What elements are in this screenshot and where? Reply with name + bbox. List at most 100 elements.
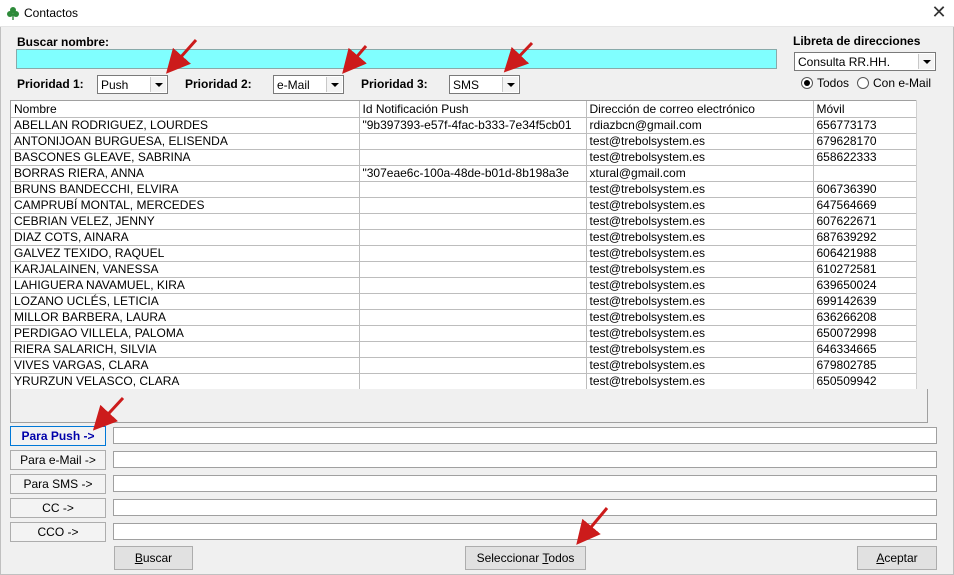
- cell-mobile: 639650024: [812, 277, 918, 294]
- priority-1-value: Push: [101, 78, 129, 92]
- table-row[interactable]: YRURZUN VELASCO, CLARA test@trebolsystem.…: [11, 373, 918, 390]
- cell-push-id: "9b397393-e57f-4fac-b333-7e34f5cb01: [358, 117, 587, 134]
- priority-3-label: Prioridad 3:: [361, 77, 428, 91]
- table-row[interactable]: LAHIGUERA NAVAMUEL, KIRA test@trebolsyste…: [11, 277, 918, 294]
- column-header-push-id[interactable]: Id Notificación Push: [358, 101, 587, 118]
- to-email-field[interactable]: [113, 451, 937, 468]
- cell-push-id: [358, 197, 587, 214]
- chevron-down-icon[interactable]: [326, 77, 342, 92]
- cell-name: LOZANO UCLÉS, LETICIA: [11, 293, 360, 310]
- search-name-input[interactable]: [16, 49, 777, 69]
- bcc-button[interactable]: CCO ->: [10, 522, 106, 542]
- cell-push-id: [358, 261, 587, 278]
- cell-push-id: [358, 149, 587, 166]
- select-all-text-pre: Seleccionar: [476, 551, 543, 565]
- table-row[interactable]: BRUNS BANDECCHI, ELVIRA test@trebolsystem…: [11, 181, 918, 198]
- bcc-field[interactable]: [113, 523, 937, 540]
- to-sms-button[interactable]: Para SMS ->: [10, 474, 106, 494]
- cell-name: CAMPRUBÍ MONTAL, MERCEDES: [11, 197, 360, 214]
- cell-mobile: 679628170: [812, 133, 918, 150]
- cell-mobile: 646334665: [812, 341, 918, 358]
- cell-name: BORRAS RIERA, ANNA: [11, 165, 360, 182]
- cell-mobile: 607622671: [812, 213, 918, 230]
- column-header-name[interactable]: Nombre: [11, 101, 360, 118]
- radio-all[interactable]: [801, 77, 813, 89]
- address-book-select[interactable]: Consulta RR.HH.: [794, 52, 936, 71]
- chevron-down-icon[interactable]: [502, 77, 518, 92]
- cell-name: ANTONIJOAN BURGUESA, ELISENDA: [11, 133, 360, 150]
- table-row[interactable]: PERDIGAO VILLELA, PALOMA test@trebolsyste…: [11, 325, 918, 342]
- table-row[interactable]: MILLOR BARBERA, LAURA test@trebolsystem.e…: [11, 309, 918, 326]
- cc-field[interactable]: [113, 499, 937, 516]
- select-all-button[interactable]: Seleccionar Todos: [465, 546, 586, 570]
- cell-push-id: [358, 309, 587, 326]
- close-icon[interactable]: ✕: [928, 2, 950, 24]
- priority-3-select[interactable]: SMS: [449, 75, 520, 94]
- cell-push-id: [358, 293, 587, 310]
- chevron-down-icon[interactable]: [150, 77, 166, 92]
- clover-app-icon: [7, 7, 19, 20]
- to-email-button[interactable]: Para e-Mail ->: [10, 450, 106, 470]
- table-row[interactable]: CAMPRUBÍ MONTAL, MERCEDES test@trebolsyst…: [11, 197, 918, 214]
- cell-push-id: [358, 357, 587, 374]
- to-push-button[interactable]: Para Push ->: [10, 426, 106, 446]
- cell-push-id: [358, 229, 587, 246]
- cc-button[interactable]: CC ->: [10, 498, 106, 518]
- title-bar: [0, 0, 954, 27]
- to-push-field[interactable]: [113, 427, 937, 444]
- chevron-down-icon[interactable]: [918, 54, 934, 69]
- table-row[interactable]: DIAZ COTS, AINARA test@trebolsystem.es 687…: [11, 229, 918, 246]
- table-row[interactable]: CEBRIAN VELEZ, JENNY test@trebolsystem.es…: [11, 213, 918, 230]
- priority-2-value: e-Mail: [277, 78, 310, 92]
- column-header-mobile[interactable]: Móvil: [812, 101, 918, 118]
- contacts-grid[interactable]: Nombre Id Notificación Push Dirección de…: [10, 100, 928, 423]
- accept-button[interactable]: Aceptar: [857, 546, 937, 570]
- cell-mobile: 658622333: [812, 149, 918, 166]
- priority-1-select[interactable]: Push: [97, 75, 168, 94]
- cell-email: test@trebolsystem.es: [585, 133, 814, 150]
- table-row[interactable]: LOZANO UCLÉS, LETICIA test@trebolsystem.e…: [11, 293, 918, 310]
- cell-email: test@trebolsystem.es: [585, 341, 814, 358]
- cell-email: test@trebolsystem.es: [585, 373, 814, 390]
- grid-empty-area: [10, 389, 928, 423]
- cell-email: test@trebolsystem.es: [585, 357, 814, 374]
- cell-push-id: [358, 325, 587, 342]
- radio-all-label: Todos: [817, 76, 850, 90]
- cell-push-id: [358, 245, 587, 262]
- table-row[interactable]: BASCONES GLEAVE, SABRINA test@trebolsyste…: [11, 149, 918, 166]
- cell-name: DIAZ COTS, AINARA: [11, 229, 360, 246]
- radio-with-email[interactable]: [857, 77, 869, 89]
- cell-name: CEBRIAN VELEZ, JENNY: [11, 213, 360, 230]
- priority-2-select[interactable]: e-Mail: [273, 75, 344, 94]
- table-row[interactable]: ABELLAN RODRIGUEZ, LOURDES "9b397393-e57f…: [11, 117, 918, 134]
- priority-3-value: SMS: [453, 78, 480, 92]
- cell-push-id: [358, 133, 587, 150]
- cell-email: rdiazbcn@gmail.com: [585, 117, 814, 134]
- cell-mobile: 636266208: [812, 309, 918, 326]
- cell-mobile: 699142639: [812, 293, 918, 310]
- table-row[interactable]: KARJALAINEN, VANESSA test@trebolsystem.es…: [11, 261, 918, 278]
- search-button[interactable]: Buscar: [114, 546, 193, 570]
- contacts-table: Nombre Id Notificación Push Dirección de…: [11, 101, 918, 390]
- select-all-text-post: odos: [548, 551, 575, 565]
- table-row[interactable]: BORRAS RIERA, ANNA "307eae6c-100a-48de-b0…: [11, 165, 918, 182]
- cell-push-id: "307eae6c-100a-48de-b01d-8b198a3e: [358, 165, 587, 182]
- cell-email: test@trebolsystem.es: [585, 261, 814, 278]
- search-button-text-post: uscar: [142, 551, 173, 565]
- table-row[interactable]: ANTONIJOAN BURGUESA, ELISENDA test@trebol…: [11, 133, 918, 150]
- cell-name: LAHIGUERA NAVAMUEL, KIRA: [11, 277, 360, 294]
- table-row[interactable]: GALVEZ TEXIDO, RAQUEL test@trebolsystem.e…: [11, 245, 918, 262]
- to-sms-field[interactable]: [113, 475, 937, 492]
- cell-mobile: 687639292: [812, 229, 918, 246]
- cell-name: PERDIGAO VILLELA, PALOMA: [11, 325, 360, 342]
- table-row[interactable]: RIERA SALARICH, SILVIA test@trebolsystem.…: [11, 341, 918, 358]
- cell-email: test@trebolsystem.es: [585, 245, 814, 262]
- cell-mobile: 679802785: [812, 357, 918, 374]
- cell-name: ABELLAN RODRIGUEZ, LOURDES: [11, 117, 360, 134]
- table-row[interactable]: VIVES VARGAS, CLARA test@trebolsystem.es 6…: [11, 357, 918, 374]
- cell-email: test@trebolsystem.es: [585, 229, 814, 246]
- grid-scrollbar[interactable]: [916, 100, 928, 389]
- cell-mobile: 606736390: [812, 181, 918, 198]
- cell-mobile: 650509942: [812, 373, 918, 390]
- column-header-email[interactable]: Dirección de correo electrónico: [585, 101, 814, 118]
